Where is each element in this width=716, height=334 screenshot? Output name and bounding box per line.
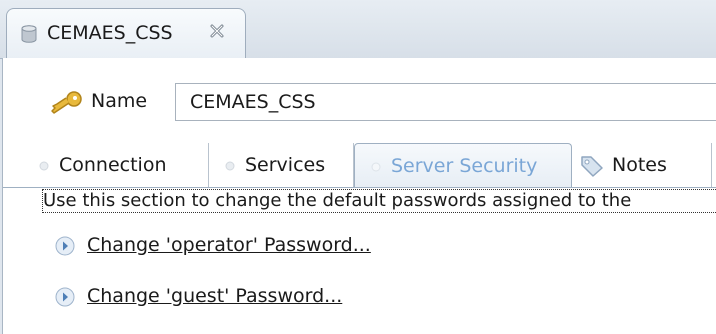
inactive-tab-icon bbox=[39, 161, 49, 170]
active-tab-icon bbox=[371, 162, 381, 171]
section-description: Use this section to change the default p… bbox=[42, 189, 716, 213]
key-icon bbox=[51, 91, 82, 114]
tab-server-security-label: Server Security bbox=[391, 155, 538, 177]
tab-connection[interactable]: Connection bbox=[31, 143, 209, 188]
tab-notes-label: Notes bbox=[612, 154, 667, 176]
change-operator-password-link[interactable]: Change 'operator' Password... bbox=[87, 233, 371, 257]
tab-notes[interactable]: Notes bbox=[572, 143, 712, 188]
tab-server-security[interactable]: Server Security bbox=[354, 143, 572, 188]
tab-connection-label: Connection bbox=[59, 154, 167, 176]
editor-panel: Name Connection Services Server Security… bbox=[2, 58, 716, 334]
editor-tab-strip: CEMAES_CSS bbox=[0, 0, 716, 59]
chevron-right-icon[interactable] bbox=[55, 287, 75, 307]
name-label: Name bbox=[91, 90, 148, 112]
tab-services-label: Services bbox=[245, 154, 326, 176]
inactive-tab-icon bbox=[225, 161, 235, 170]
editor-tab[interactable]: CEMAES_CSS bbox=[6, 8, 246, 58]
name-field[interactable] bbox=[175, 83, 716, 121]
close-icon[interactable] bbox=[209, 23, 225, 39]
tab-divider bbox=[3, 187, 716, 188]
editor-tab-title: CEMAES_CSS bbox=[47, 22, 173, 44]
change-guest-password-link[interactable]: Change 'guest' Password... bbox=[87, 284, 342, 308]
tab-services[interactable]: Services bbox=[209, 143, 354, 188]
section-tabs: Connection Services Server Security Note… bbox=[31, 143, 716, 188]
database-icon bbox=[21, 25, 37, 43]
tag-icon bbox=[581, 155, 603, 177]
chevron-right-icon[interactable] bbox=[55, 236, 75, 256]
